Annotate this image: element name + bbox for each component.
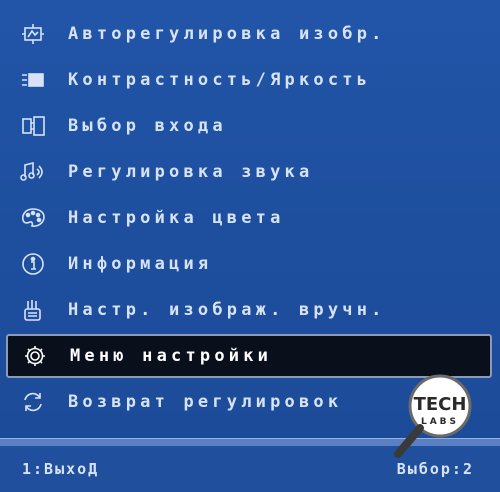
- menu-item-color[interactable]: Настройка цвета: [6, 198, 492, 238]
- contrast-brightness-icon: [16, 65, 50, 95]
- menu-item-label: Настр. изображ. вручн.: [68, 300, 386, 320]
- techlabs-watermark-logo: TECH LABS: [394, 374, 472, 458]
- menu-item-label: Настройка цвета: [68, 208, 285, 228]
- menu-item-label: Возврат регулировок: [68, 392, 343, 412]
- menu-item-auto-adjust[interactable]: Авторегулировка изобр.: [6, 14, 492, 54]
- menu-item-label: Контрастность/Яркость: [68, 70, 372, 90]
- auto-adjust-icon: [16, 19, 50, 49]
- manual-image-icon: [16, 295, 50, 325]
- logo-line2: LABS: [421, 417, 459, 427]
- menu-item-label: Информация: [68, 254, 213, 274]
- audio-icon: [16, 157, 50, 187]
- menu-item-audio[interactable]: Регулировка звука: [6, 152, 492, 192]
- menu-item-label: Авторегулировка изобр.: [68, 24, 386, 44]
- menu-item-info[interactable]: Информация: [6, 244, 492, 284]
- input-select-icon: [16, 111, 50, 141]
- color-palette-icon: [16, 203, 50, 233]
- gear-icon: [18, 341, 52, 371]
- menu-item-input-select[interactable]: Выбор входа: [6, 106, 492, 146]
- menu-item-contrast-brightness[interactable]: Контрастность/Яркость: [6, 60, 492, 100]
- osd-menu-panel: Авторегулировка изобр. Контрастность/Ярк…: [0, 0, 500, 492]
- logo-line1: TECH: [414, 394, 467, 415]
- reset-icon: [16, 387, 50, 417]
- menu-item-label: Выбор входа: [68, 116, 227, 136]
- exit-hint[interactable]: 1:ВыхоД: [22, 460, 99, 478]
- menu-item-label: Меню настройки: [70, 346, 273, 366]
- info-icon: [16, 249, 50, 279]
- menu-item-label: Регулировка звука: [68, 162, 314, 182]
- menu-item-manual-image[interactable]: Настр. изображ. вручн.: [6, 290, 492, 330]
